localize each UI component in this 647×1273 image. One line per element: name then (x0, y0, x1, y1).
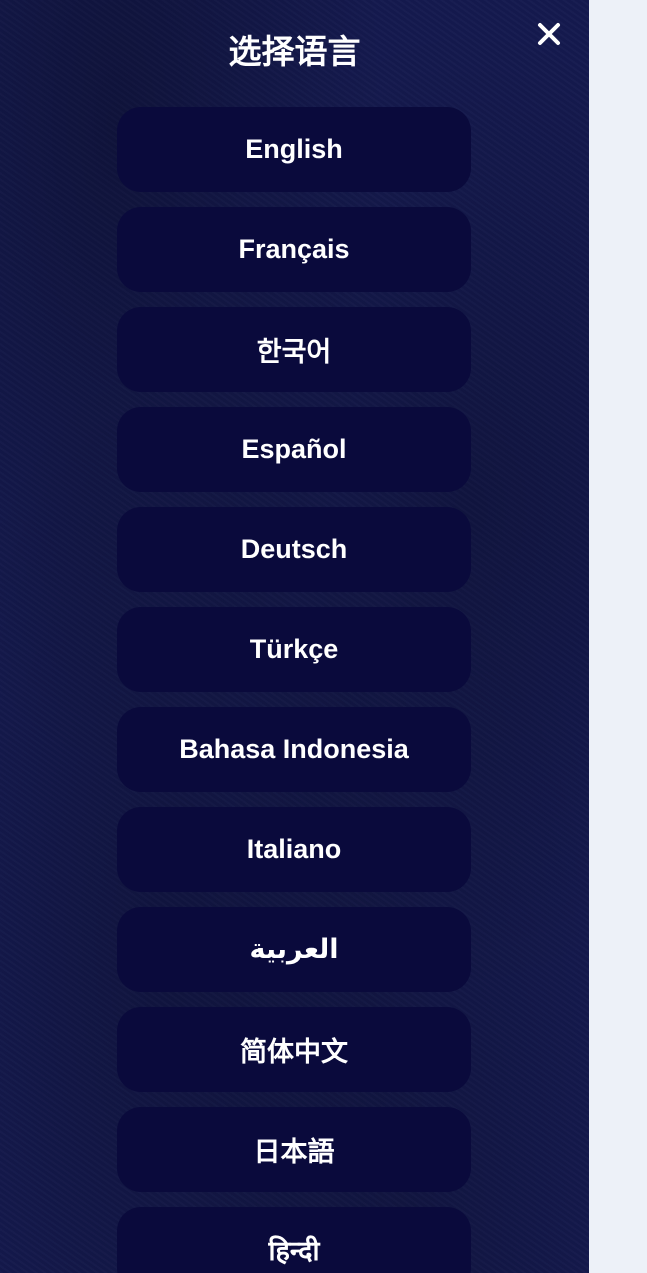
language-option-italian[interactable]: Italiano (117, 807, 471, 892)
language-label: Türkçe (249, 634, 339, 664)
dialog-title: 选择语言 (228, 32, 361, 71)
language-label: 简体中文 (240, 1037, 348, 1068)
language-option-simplified-chinese[interactable]: 简体中文 (117, 1007, 471, 1092)
close-icon (538, 23, 560, 45)
language-option-german[interactable]: Deutsch (117, 507, 471, 592)
language-label: English (245, 134, 343, 164)
language-label: Deutsch (240, 534, 348, 564)
language-option-hindi[interactable]: हिन्दी (117, 1207, 471, 1273)
language-label: العربية (249, 934, 339, 965)
language-option-english[interactable]: English (117, 107, 471, 192)
language-option-french[interactable]: Français (117, 207, 471, 292)
language-label: हिन्दी (268, 1236, 320, 1267)
language-label: Español (241, 434, 347, 464)
language-option-spanish[interactable]: Español (117, 407, 471, 492)
language-option-turkish[interactable]: Türkçe (117, 607, 471, 692)
language-option-indonesian[interactable]: Bahasa Indonesia (117, 707, 471, 792)
language-label: Français (238, 234, 350, 264)
language-option-japanese[interactable]: 日本語 (117, 1107, 471, 1192)
language-label: 日本語 (253, 1137, 335, 1168)
language-option-arabic[interactable]: العربية (117, 907, 471, 992)
language-label: Bahasa Indonesia (179, 734, 409, 764)
language-panel: 选择语言 English Français 한국어 Español Deutsc… (0, 0, 589, 1273)
language-label: 한국어 (256, 337, 332, 368)
language-option-korean[interactable]: 한국어 (117, 307, 471, 392)
close-button[interactable] (533, 18, 565, 50)
language-label: Italiano (246, 834, 342, 864)
language-list: English Français 한국어 Español Deutsch Tür… (117, 107, 471, 1273)
